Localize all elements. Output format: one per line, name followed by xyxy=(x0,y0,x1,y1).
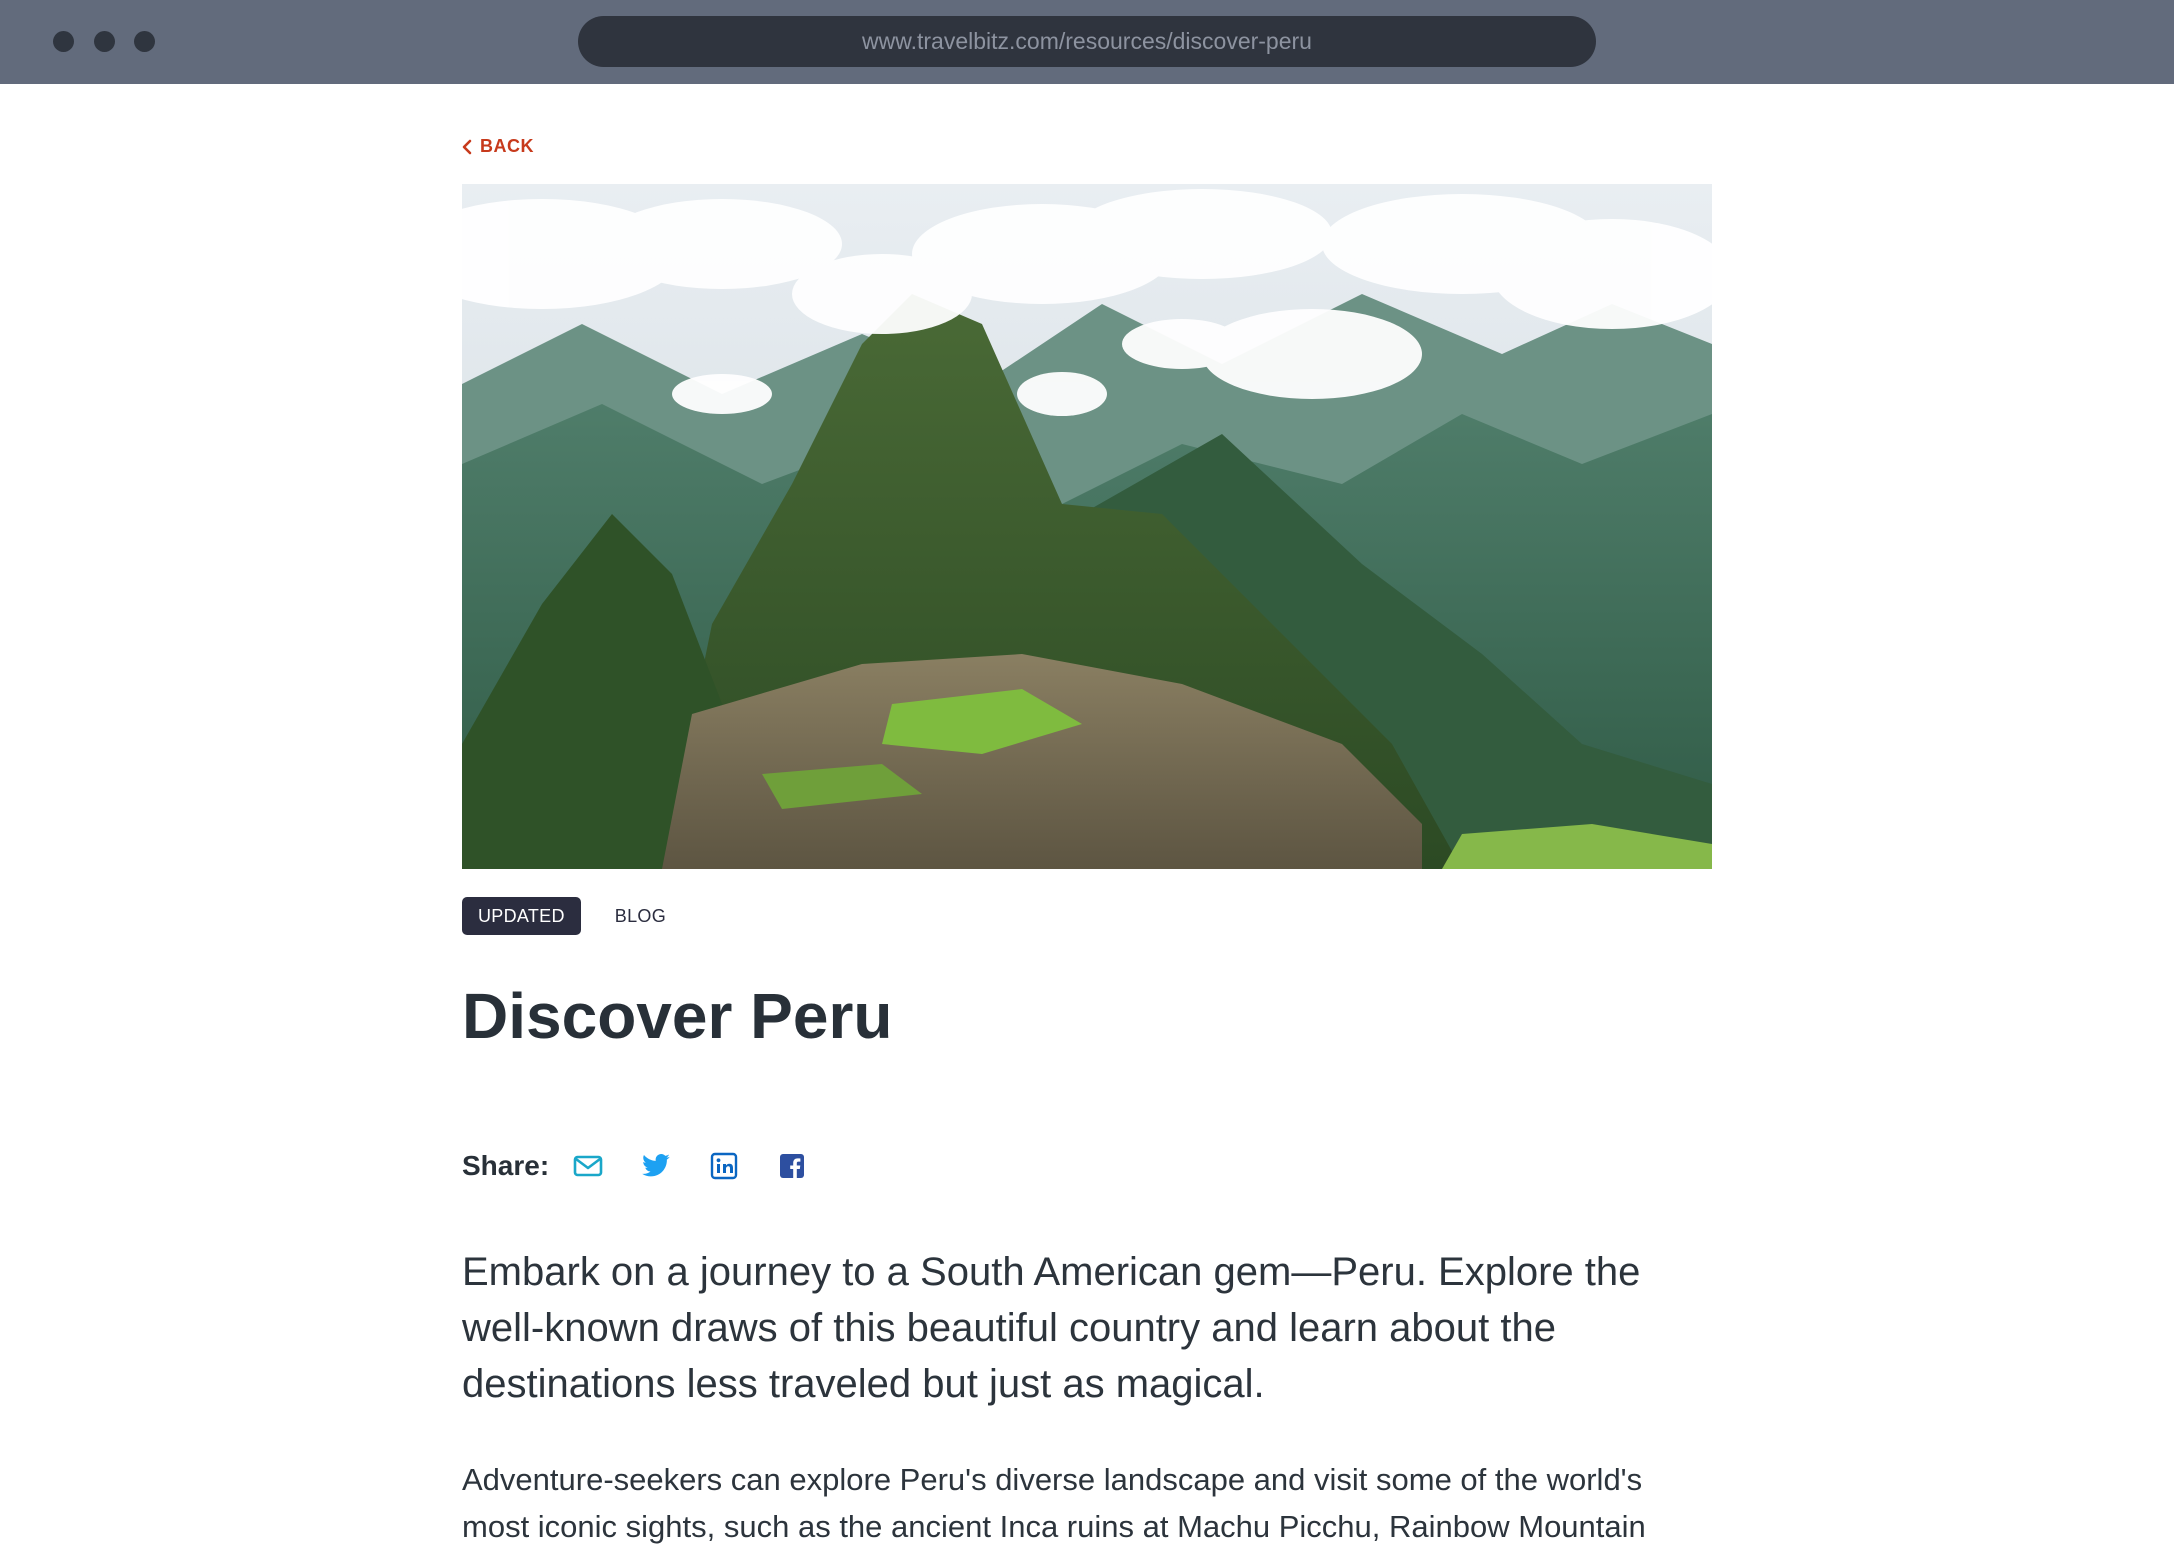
back-label: BACK xyxy=(480,136,534,156)
updated-badge: UPDATED xyxy=(462,897,581,935)
category-tag[interactable]: BLOG xyxy=(615,906,666,927)
tag-row: UPDATED BLOG xyxy=(462,897,666,935)
browser-chrome: www.travelbitz.com/resources/discover-pe… xyxy=(0,0,2174,84)
window-close-button[interactable] xyxy=(53,31,74,52)
window-minimize-button[interactable] xyxy=(94,31,115,52)
article-body: Adventure-seekers can explore Peru's div… xyxy=(462,1462,1646,1544)
hero-image xyxy=(462,184,1712,869)
chevron-left-icon xyxy=(462,139,472,154)
article-lead: Embark on a journey to a South American … xyxy=(462,1250,1641,1406)
page-title: Discover Peru xyxy=(462,980,893,1052)
window-maximize-button[interactable] xyxy=(134,31,155,52)
back-link[interactable]: BACK xyxy=(462,136,534,157)
address-bar[interactable]: www.travelbitz.com/resources/discover-pe… xyxy=(578,16,1596,67)
